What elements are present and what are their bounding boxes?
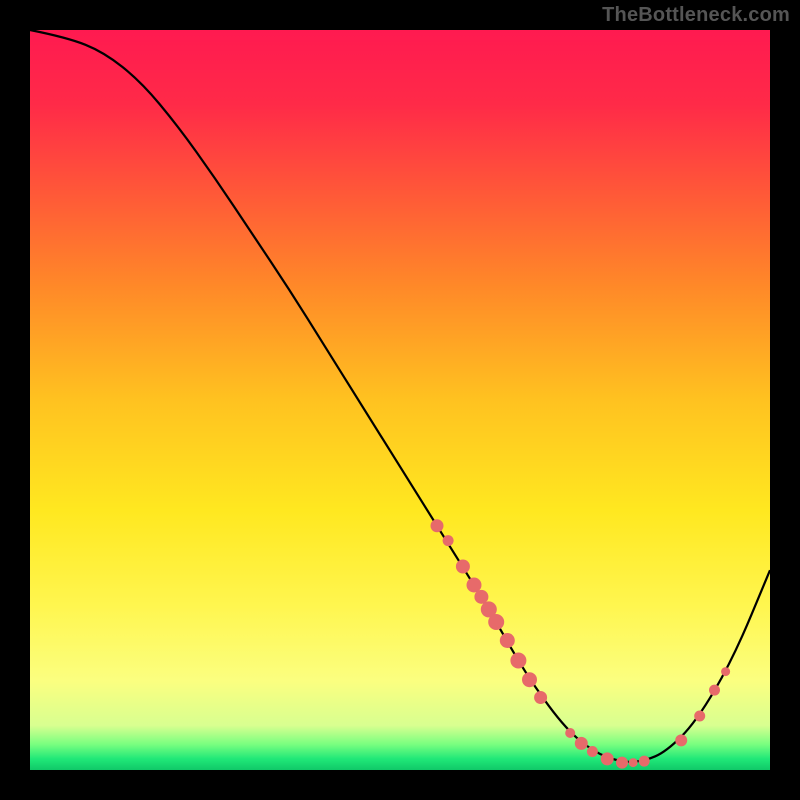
sample-point [500,633,515,648]
sample-point [601,752,614,765]
sample-point [675,734,687,746]
watermark-text: TheBottleneck.com [602,4,790,27]
sample-point [565,728,575,738]
sample-point [709,685,720,696]
sample-point [721,667,730,676]
sample-point [616,757,628,769]
sample-point [456,560,470,574]
sample-point [534,691,547,704]
chart-svg [0,0,800,800]
chart-container: TheBottleneck.com [0,0,800,800]
sample-point [488,614,504,630]
sample-point [522,672,537,687]
sample-point [431,519,444,532]
sample-point [510,652,526,668]
sample-point [443,535,454,546]
sample-point [629,758,638,767]
sample-point [587,746,598,757]
sample-point [474,590,488,604]
sample-point [639,756,650,767]
sample-point [694,710,705,721]
gradient-background [30,30,770,770]
sample-point [575,737,588,750]
